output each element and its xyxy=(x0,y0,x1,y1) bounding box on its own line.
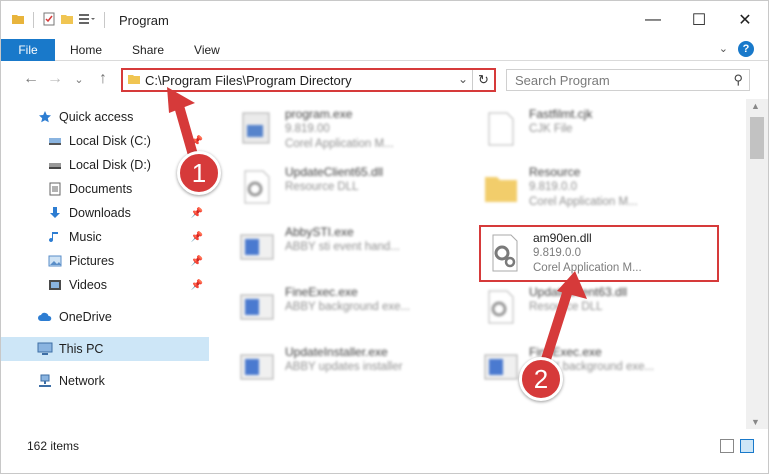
title-bar: Program — ☐ ✕ xyxy=(1,1,768,39)
large-icons-view-icon[interactable] xyxy=(740,439,754,453)
cloud-icon xyxy=(37,309,53,325)
list-item[interactable]: Resource 9.819.0.0 Corel Application M... xyxy=(481,165,721,215)
highlight-box xyxy=(479,225,719,282)
tab-file[interactable]: File xyxy=(1,38,55,61)
list-item[interactable]: AbbySTI.exe ABBY sti event hand... xyxy=(237,225,477,275)
pin-icon[interactable]: 📌 xyxy=(191,232,203,243)
exe-file-icon xyxy=(237,109,277,153)
network-icon xyxy=(37,373,53,389)
picture-icon xyxy=(47,253,63,269)
customize-toolbar-icon[interactable] xyxy=(78,12,96,29)
drive-icon xyxy=(47,157,63,173)
help-icon[interactable]: ? xyxy=(738,41,754,57)
exe-file-icon xyxy=(237,227,277,271)
search-icon[interactable]: ⚲ xyxy=(733,72,743,88)
forward-button[interactable]: → xyxy=(43,70,67,88)
computer-icon xyxy=(37,341,53,357)
details-view-icon[interactable] xyxy=(720,439,734,453)
sidebar-item-onedrive[interactable]: OneDrive xyxy=(1,305,209,329)
folder-icon xyxy=(127,72,141,89)
ribbon-tabs: File Home Share View ⌄ ? xyxy=(1,38,768,61)
scrollbar-thumb[interactable] xyxy=(750,117,764,159)
item-count: 162 items xyxy=(27,439,80,453)
minimize-button[interactable]: — xyxy=(630,1,676,39)
folder-icon xyxy=(481,167,521,211)
pin-icon[interactable]: 📌 xyxy=(191,280,203,291)
list-item[interactable]: UpdateClient65.dll Resource DLL xyxy=(237,165,477,215)
sidebar-item-quick-access[interactable]: Quick access xyxy=(1,105,209,129)
tab-share[interactable]: Share xyxy=(117,43,179,57)
document-icon xyxy=(47,181,63,197)
music-icon xyxy=(47,229,63,245)
sidebar-item-videos[interactable]: Videos 📌 xyxy=(1,273,209,297)
window-title: Program xyxy=(119,12,169,28)
scroll-down-icon[interactable]: ▼ xyxy=(751,417,760,427)
scroll-up-icon[interactable]: ▲ xyxy=(751,101,760,111)
pin-icon[interactable]: 📌 xyxy=(191,136,203,147)
toolbar-divider xyxy=(33,12,34,28)
sidebar-item-network[interactable]: Network xyxy=(1,369,209,393)
dll-file-icon xyxy=(237,167,277,211)
list-item[interactable]: Fastfilmt.cjk CJK File xyxy=(481,107,721,157)
list-item[interactable]: UpdateInstaller.exe ABBY updates installe… xyxy=(237,345,477,395)
explorer-window: Program — ☐ ✕ File Home Share View ⌄ ? ←… xyxy=(0,0,769,474)
navigation-bar: ← → ⌄ ↑ C:\Program Files\Program Directo… xyxy=(1,62,768,96)
status-bar: 162 items xyxy=(1,433,768,459)
exe-file-icon xyxy=(481,347,521,391)
sidebar-item-music[interactable]: Music 📌 xyxy=(1,225,209,249)
vertical-scrollbar[interactable]: ▲ ▼ xyxy=(746,99,768,429)
sidebar-item-pictures[interactable]: Pictures 📌 xyxy=(1,249,209,273)
pin-icon[interactable]: 📌 xyxy=(191,208,203,219)
sidebar-item-local-disk-c[interactable]: Local Disk (C:) 📌 xyxy=(1,129,209,153)
navigation-pane: Quick access Local Disk (C:) 📌 Local Dis… xyxy=(1,99,209,429)
search-box[interactable]: Search Program ⚲ xyxy=(506,69,750,91)
tab-home[interactable]: Home xyxy=(55,43,117,57)
up-button[interactable]: ↑ xyxy=(91,70,115,88)
tab-view[interactable]: View xyxy=(179,43,235,57)
address-path[interactable]: C:\Program Files\Program Directory xyxy=(145,73,352,88)
step-badge-2: 2 xyxy=(519,357,563,401)
sidebar-item-this-pc[interactable]: This PC xyxy=(1,337,209,361)
list-item[interactable]: FineExec.exe ABBY background exe... xyxy=(481,345,721,395)
dll-file-icon xyxy=(481,287,521,331)
drive-icon xyxy=(47,133,63,149)
exe-file-icon xyxy=(237,347,277,391)
back-button[interactable]: ← xyxy=(19,70,43,88)
sidebar-item-downloads[interactable]: Downloads 📌 xyxy=(1,201,209,225)
video-icon xyxy=(47,277,63,293)
star-icon xyxy=(37,109,53,125)
step-badge-1: 1 xyxy=(177,151,221,195)
toolbar-divider xyxy=(104,12,105,28)
address-bar[interactable]: C:\Program Files\Program Directory ⌄ ↻ xyxy=(121,68,496,92)
expand-ribbon-icon[interactable]: ⌄ xyxy=(719,42,728,55)
folder-icon[interactable] xyxy=(11,12,25,29)
quick-access-toolbar xyxy=(11,12,109,29)
refresh-button[interactable]: ↻ xyxy=(472,70,494,90)
exe-file-icon xyxy=(237,287,277,331)
list-item[interactable]: FineExec.exe ABBY background exe... xyxy=(237,285,477,335)
list-item[interactable]: program.exe 9.819.00 Corel Application M..… xyxy=(237,107,477,157)
search-input[interactable]: Search Program xyxy=(515,73,610,88)
close-button[interactable]: ✕ xyxy=(722,1,768,39)
chevron-down-icon[interactable]: ⌄ xyxy=(458,72,468,86)
maximize-button[interactable]: ☐ xyxy=(676,1,722,39)
recent-locations-button[interactable]: ⌄ xyxy=(67,73,91,86)
pin-icon[interactable]: 📌 xyxy=(191,256,203,267)
download-icon xyxy=(47,205,63,221)
new-folder-icon[interactable] xyxy=(60,12,74,29)
properties-icon[interactable] xyxy=(42,12,56,29)
file-icon xyxy=(481,109,521,153)
list-item[interactable]: UpdateClient63.dll Resource DLL xyxy=(481,285,721,335)
